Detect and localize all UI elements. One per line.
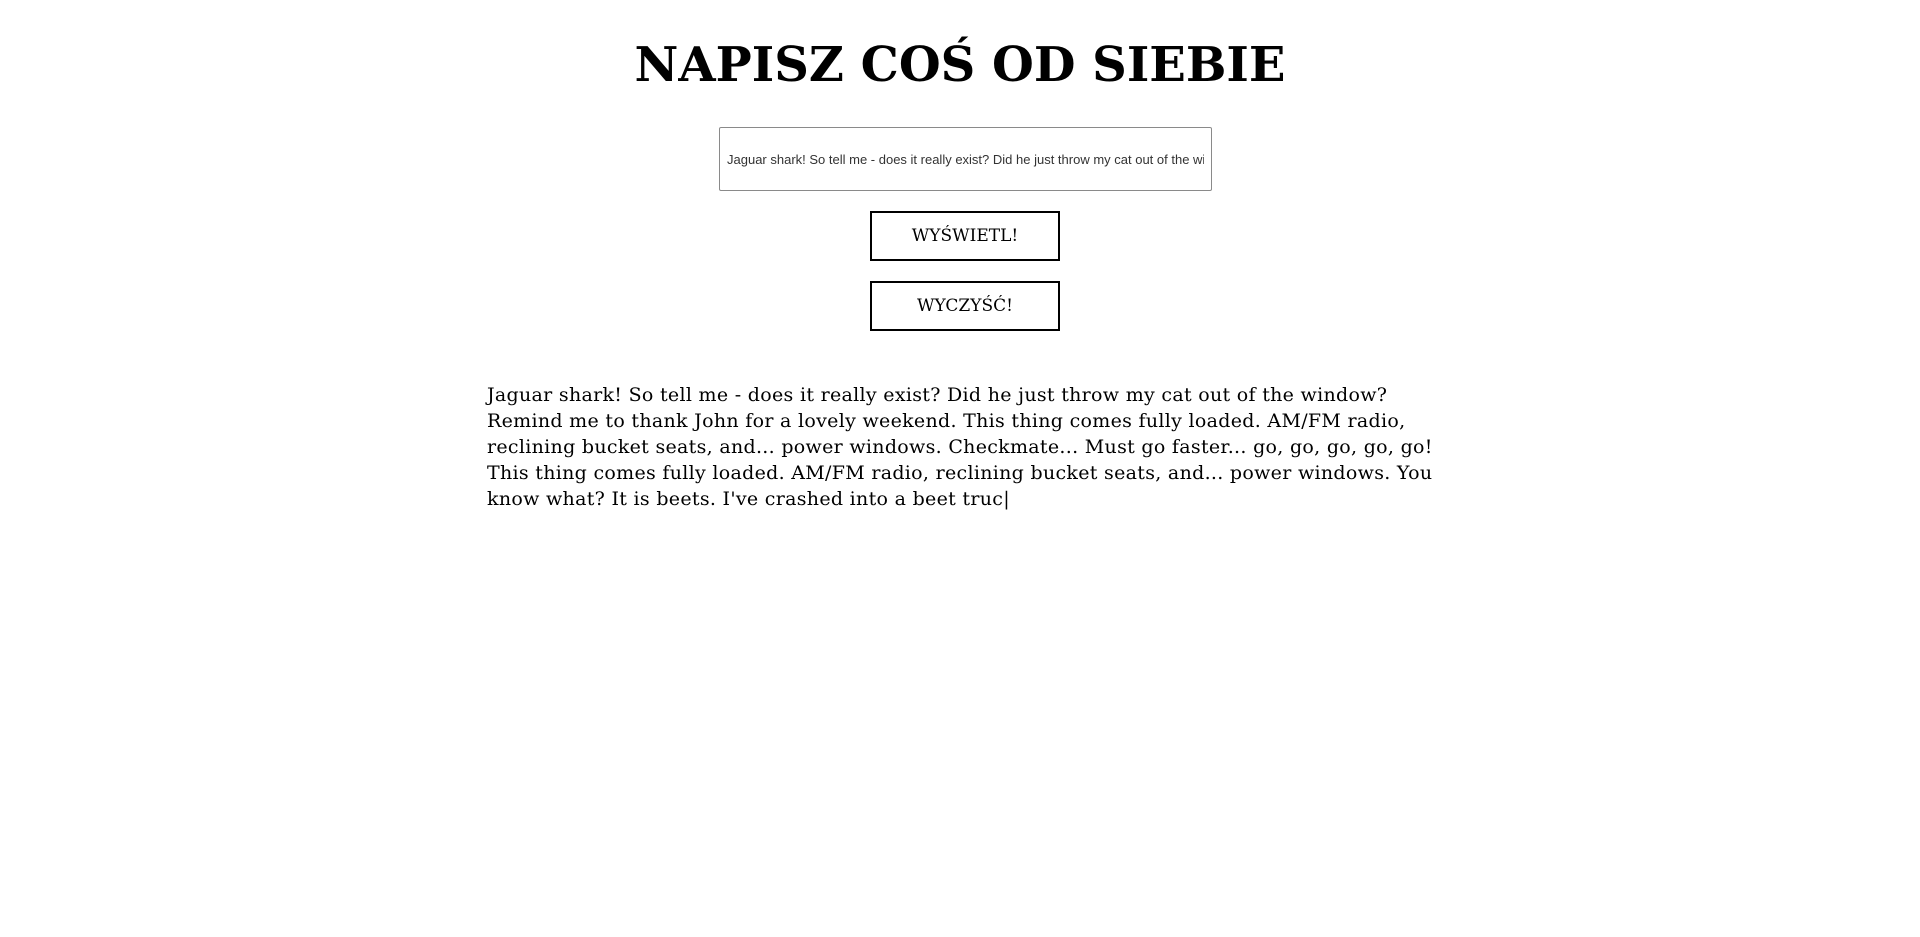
text-input[interactable] <box>719 127 1212 191</box>
show-button[interactable]: WYŚWIETL! <box>870 211 1060 261</box>
clear-button[interactable]: WYCZYŚĆ! <box>870 281 1060 331</box>
output-text: Jaguar shark! So tell me - does it reall… <box>487 384 1433 510</box>
page-title: NAPISZ COŚ OD SIEBIE <box>634 37 1286 93</box>
page: NAPISZ COŚ OD SIEBIE WYŚWIETL! WYCZYŚĆ! … <box>0 0 1920 937</box>
